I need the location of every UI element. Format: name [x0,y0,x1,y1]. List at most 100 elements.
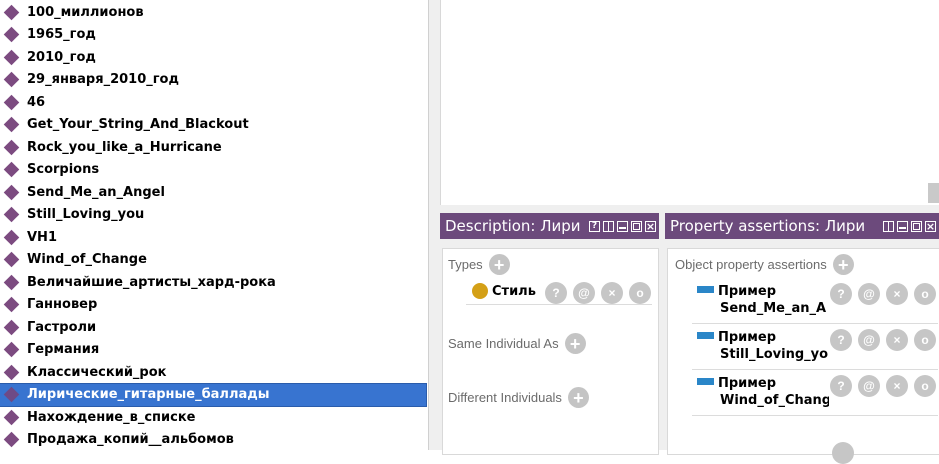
list-item[interactable]: Scorpions [0,159,426,181]
list-item[interactable]: Лирические_гитарные_баллады [0,382,427,407]
help-button[interactable]: ? [830,329,852,351]
annotate-button[interactable]: @ [858,375,880,397]
individual-icon [3,94,20,110]
list-item[interactable]: 29_января_2010_год [0,69,426,91]
split-window-icon[interactable] [883,220,894,232]
edit-button[interactable]: o [914,329,936,351]
list-item-label: 46 [27,94,46,110]
maximize-window-icon[interactable] [631,220,642,232]
list-item-label: Нахождение_в_списке [27,409,196,425]
individual-icon [3,386,20,403]
list-item[interactable]: Гастроли [0,316,426,338]
help-window-icon[interactable]: ? [589,220,600,232]
list-item[interactable]: Продажа_копий__альбомов [0,429,426,451]
list-item[interactable]: Величайшие_артисты_хард-рока [0,271,426,293]
partial-action-button[interactable] [832,442,854,464]
assertion-entry[interactable]: Пример Still_Loving_you [697,330,829,362]
close-window-icon[interactable] [925,220,936,232]
assertion-value: Send_Me_an_A [720,301,827,316]
help-button[interactable]: ? [830,283,852,305]
minimize-window-icon[interactable] [617,220,628,232]
list-item-label: Scorpions [27,162,100,177]
edit-button[interactable]: o [914,375,936,397]
add-object-property-button[interactable]: + [832,254,854,275]
delete-button[interactable]: × [886,283,908,305]
divider [692,323,938,324]
assertion-property: Пример [718,376,777,391]
individual-icon [3,116,20,133]
assertion-value: Still_Loving_you [720,347,829,362]
individual-icon [3,161,20,178]
list-item[interactable]: Send_Me_an_Angel [0,181,426,203]
individual-icon [3,409,20,425]
list-item-label: Rock_you_like_a_Hurricane [27,139,222,155]
object-property-icon [697,332,714,339]
individual-icon [3,184,20,200]
delete-button[interactable]: × [886,329,908,351]
edit-button[interactable]: o [914,283,936,305]
list-item[interactable]: Get_Your_String_And_Blackout [0,114,426,136]
assertion-entry[interactable]: Пример Wind_of_Chang [697,376,829,408]
list-item-label: Гастроли [27,319,97,335]
description-title: Description: Лири [445,217,581,235]
list-item[interactable]: 1965_год [0,24,426,46]
list-item[interactable]: 46 [0,91,426,113]
type-entry[interactable]: Стиль [472,283,536,299]
edit-button[interactable]: o [629,282,651,304]
splitter[interactable] [429,0,440,450]
divider [692,415,938,416]
add-type-button[interactable]: + [488,254,510,275]
list-item-label: 29_января_2010_год [27,72,179,87]
divider [692,369,938,370]
individuals-list[interactable]: 100_миллионов 1965_год 2010_год 29_января_2… [0,0,429,450]
list-item[interactable]: Ганновер [0,294,426,316]
individual-icon [3,229,20,245]
list-item[interactable]: Классический_рок [0,361,426,383]
delete-button[interactable]: × [601,282,623,304]
annotate-button[interactable]: @ [858,329,880,351]
individual-icon [3,274,20,290]
assertion-property: Пример [718,330,777,345]
types-label: Types [448,257,483,272]
list-item-label: Величайшие_артисты_хард-рока [27,274,276,290]
list-item-label: Get_Your_String_And_Blackout [27,117,249,132]
list-item[interactable]: VH1 [0,226,426,248]
maximize-window-icon[interactable] [911,220,922,232]
object-property-label: Object property assertions [675,257,827,272]
list-item-label: Still_Loving_you [27,207,145,222]
same-individual-section: Same Individual As + [448,333,586,354]
property-assertions-titlebar: Property assertions: Лири [665,213,939,239]
individual-icon [3,139,20,155]
help-button[interactable]: ? [545,282,567,304]
add-same-individual-button[interactable]: + [564,333,586,354]
help-button[interactable]: ? [830,375,852,397]
list-item[interactable]: Still_Loving_you [0,204,426,226]
list-item[interactable]: Нахождение_в_списке [0,406,426,428]
assertion-value: Wind_of_Chang [720,393,829,408]
delete-button[interactable]: × [886,375,908,397]
list-item[interactable]: 100_миллионов [0,1,426,23]
list-item-label: 1965_год [27,27,96,42]
assertion-actions: ? @ × o [830,283,939,305]
type-entry-label: Стиль [492,283,536,299]
add-different-individual-button[interactable]: + [567,387,589,408]
individual-icon [3,4,20,20]
list-item[interactable]: Rock_you_like_a_Hurricane [0,136,426,158]
individual-icon [3,71,20,88]
split-window-icon[interactable] [603,220,614,232]
list-item[interactable]: 2010_год [0,46,426,68]
assertion-entry[interactable]: Пример Send_Me_an_A [697,284,829,316]
property-assertions-title: Property assertions: Лири [670,217,866,235]
minimize-window-icon[interactable] [897,220,908,232]
close-window-icon[interactable] [645,220,656,232]
different-individuals-label: Different Individuals [448,390,562,405]
list-item[interactable]: Wind_of_Change [0,249,426,271]
individual-icon [3,206,20,223]
scrollbar-thumb[interactable] [928,183,939,203]
annotate-button[interactable]: @ [858,283,880,305]
list-item[interactable]: Германия [0,339,426,361]
annotate-button[interactable]: @ [573,282,595,304]
list-item-label: Лирические_гитарные_баллады [27,387,270,402]
individual-icon [3,296,20,313]
top-right-panel [440,0,939,206]
